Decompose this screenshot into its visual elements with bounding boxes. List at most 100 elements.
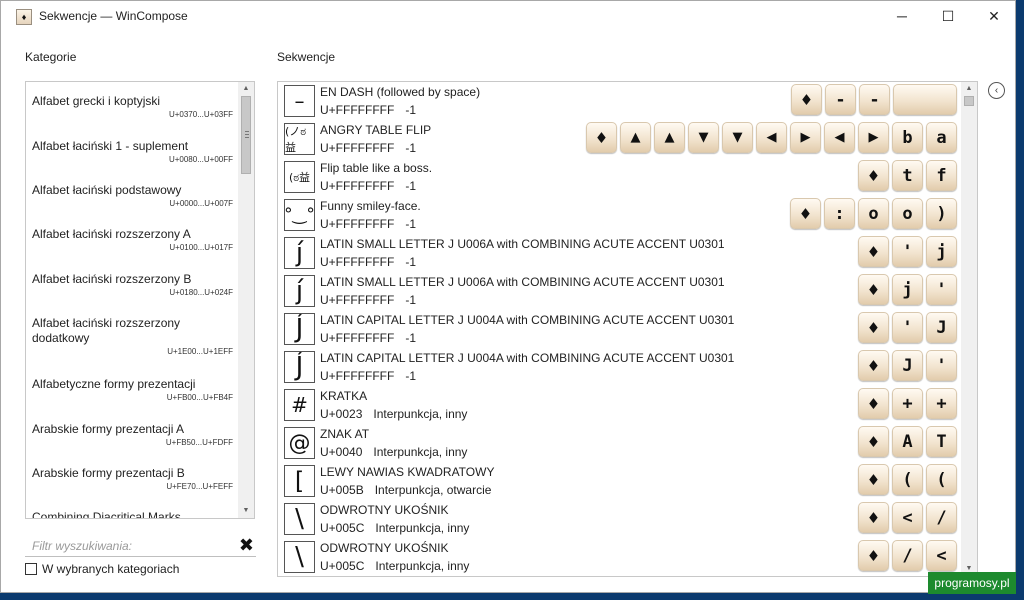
key-cap: a [926, 122, 957, 153]
key-cap: j [892, 274, 923, 305]
sequence-description: LATIN CAPITAL LETTER J U004A with COMBIN… [320, 313, 735, 327]
categories-list[interactable]: Alfabet grecki i koptyjski U+0370...U+03F… [25, 81, 255, 519]
category-item[interactable]: Alfabet łaciński rozszerzony dodatkowy U+… [26, 316, 237, 356]
compose-key-icon: ♦ [858, 388, 889, 419]
category-range: U+0370...U+03FF [168, 110, 233, 119]
category-name: Combining Diacritical Marks [32, 510, 181, 519]
close-button[interactable]: ✕ [971, 1, 1017, 32]
sequence-description: ODWROTNY UKOŚNIK [320, 541, 449, 555]
sequences-list[interactable]: – EN DASH (followed by space) U+FFFFFFFF -1… [277, 81, 978, 577]
sequence-glyph: \ [284, 541, 315, 573]
sequence-codepoint: U+FFFFFFFF [320, 103, 395, 117]
sequence-description: Funny smiley-face. [320, 199, 421, 213]
arrow-key-icon: ▶ [858, 122, 889, 153]
sequence-meta: U+0040 Interpunkcja, inny [320, 445, 478, 459]
key-cap: o [858, 198, 889, 229]
sequence-category-info: -1 [405, 255, 416, 269]
category-name: Alfabetyczne formy prezentacji [32, 377, 196, 391]
sequence-row[interactable]: j́ LATIN SMALL LETTER J U006A with COMBIN… [278, 272, 960, 310]
sequence-row[interactable]: J́ LATIN CAPITAL LETTER J U004A with COMB… [278, 348, 960, 386]
sequence-codepoint: U+005C [320, 521, 365, 535]
sequence-description: KRATKA [320, 389, 368, 403]
scrollbar-thumb[interactable] [241, 96, 251, 174]
key-cap: o [892, 198, 923, 229]
category-name: Alfabet łaciński rozszerzony dodatkowy [32, 316, 181, 345]
compose-key-icon: ♦ [858, 540, 889, 571]
sequence-glyph: j́ [284, 275, 315, 307]
category-item[interactable]: Arabskie formy prezentacji A U+FB50...U+F… [26, 422, 237, 447]
arrow-key-icon: ▲ [654, 122, 685, 153]
key-sequence: ♦ ' J [858, 312, 957, 346]
sequence-category-info: -1 [405, 103, 416, 117]
key-sequence: ♦ / < [858, 540, 957, 574]
minimize-button[interactable]: ─ [879, 1, 925, 32]
key-cap: + [926, 388, 957, 419]
category-item[interactable]: Arabskie formy prezentacji B U+FE70...U+F… [26, 466, 237, 491]
key-cap: ( [892, 464, 923, 495]
selected-categories-label[interactable]: W wybranych kategoriach [42, 562, 179, 576]
chevron-left-circle-icon[interactable]: ‹ [988, 82, 1005, 99]
scroll-down-arrow-icon[interactable]: ▼ [238, 504, 254, 518]
category-item[interactable]: Alfabet łaciński rozszerzony A U+0100...U… [26, 227, 237, 252]
sequence-codepoint: U+0040 [320, 445, 363, 459]
compose-key-icon: ♦ [790, 198, 821, 229]
sequence-row[interactable]: °‿° Funny smiley-face. U+FFFFFFFF -1 ♦: o o) [278, 196, 960, 234]
sequence-row[interactable]: j́ LATIN SMALL LETTER J U006A with COMBIN… [278, 234, 960, 272]
category-item[interactable]: Alfabet łaciński podstawowy U+0000...U+00… [26, 183, 237, 208]
sequence-description: ANGRY TABLE FLIP [320, 123, 432, 137]
sequence-codepoint: U+005C [320, 559, 365, 573]
sequence-codepoint: U+FFFFFFFF [320, 255, 395, 269]
sequence-row[interactable]: @ ZNAK AT U+0040 Interpunkcja, inny ♦ A T [278, 424, 960, 462]
key-sequence: ♦ t f [858, 160, 957, 194]
sequence-category-info: -1 [405, 217, 416, 231]
scroll-up-arrow-icon[interactable]: ▲ [961, 82, 977, 96]
sequence-glyph: j́ [284, 237, 315, 269]
scrollbar-thumb[interactable] [964, 96, 974, 106]
category-name: Arabskie formy prezentacji B [32, 466, 185, 480]
sequence-row[interactable]: (ノಠ益 ANGRY TABLE FLIP U+FFFFFFFF -1 ♦ ▲ ▲ ▼ ▼ ◀ ▶ ◀… [278, 120, 960, 158]
category-range: U+1E00...U+1EFF [167, 347, 233, 356]
sequence-codepoint: U+FFFFFFFF [320, 141, 395, 155]
sequence-meta: U+0023 Interpunkcja, inny [320, 407, 478, 421]
compose-key-icon: ♦ [858, 464, 889, 495]
category-item[interactable]: Alfabet łaciński 1 - suplement U+0080...U… [26, 139, 237, 164]
category-item[interactable]: Combining Diacritical Marks [26, 510, 237, 519]
category-item[interactable]: Alfabet łaciński rozszerzony B U+0180...U… [26, 272, 237, 297]
sequence-row[interactable]: \ ODWROTNY UKOŚNIK U+005C Interpunkcja, inn… [278, 500, 960, 538]
key-cap: ( [926, 464, 957, 495]
maximize-button[interactable]: ☐ [925, 1, 971, 32]
sequence-row[interactable]: – EN DASH (followed by space) U+FFFFFFFF -1… [278, 82, 960, 120]
sequence-meta: U+FFFFFFFF -1 [320, 103, 427, 117]
compose-key-icon: ♦ [858, 426, 889, 457]
sequence-meta: U+005C Interpunkcja, inny [320, 521, 480, 535]
key-cap: f [926, 160, 957, 191]
sequence-glyph: # [284, 389, 315, 421]
sequence-glyph: °‿° [284, 199, 315, 231]
sequence-meta: U+FFFFFFFF -1 [320, 179, 427, 193]
key-cap: : [824, 198, 855, 229]
compose-key-icon: ♦ [858, 350, 889, 381]
filter-input[interactable] [25, 536, 232, 555]
category-name: Alfabet łaciński podstawowy [32, 183, 182, 197]
compose-key-icon: ♦ [858, 236, 889, 267]
sequence-category-info: Interpunkcja, otwarcie [374, 483, 492, 497]
space-key [893, 84, 957, 115]
category-item[interactable]: Alfabet grecki i koptyjski U+0370...U+03F… [26, 94, 237, 119]
compose-key-icon: ♦ [858, 502, 889, 533]
category-item[interactable]: Alfabetyczne formy prezentacji U+FB00...U… [26, 377, 237, 402]
sequence-row[interactable]: # KRATKA U+0023 Interpunkcja, inny ♦ + + [278, 386, 960, 424]
key-sequence: ♦ < / [858, 502, 957, 536]
arrow-key-icon: ▲ [620, 122, 651, 153]
compose-key-icon: ♦ [858, 274, 889, 305]
sequence-row[interactable]: [LEWY NAWIAS KWADRATOWY U+005B Interpunkcj… [278, 462, 960, 500]
sequence-category-info: Interpunkcja, inny [375, 521, 470, 535]
categories-scrollbar[interactable]: ▲ ▼ [238, 82, 254, 518]
sequence-row[interactable]: \ ODWROTNY UKOŚNIK U+005C Interpunkcja, inn… [278, 538, 960, 576]
selected-categories-checkbox[interactable] [25, 563, 37, 575]
sequence-row[interactable]: J́ LATIN CAPITAL LETTER J U004A with COMB… [278, 310, 960, 348]
scroll-up-arrow-icon[interactable]: ▲ [238, 82, 254, 96]
title-bar[interactable]: ♦ Sekwencje — WinCompose ─ ☐ ✕ [1, 1, 1015, 32]
sequence-row[interactable]: (ಠ益 Flip table like a boss. U+FFFFFFFF -1 ♦ t… [278, 158, 960, 196]
sequences-scrollbar[interactable]: ▲ ▼ [961, 82, 977, 576]
clear-filter-icon[interactable]: ✖ [239, 536, 254, 555]
